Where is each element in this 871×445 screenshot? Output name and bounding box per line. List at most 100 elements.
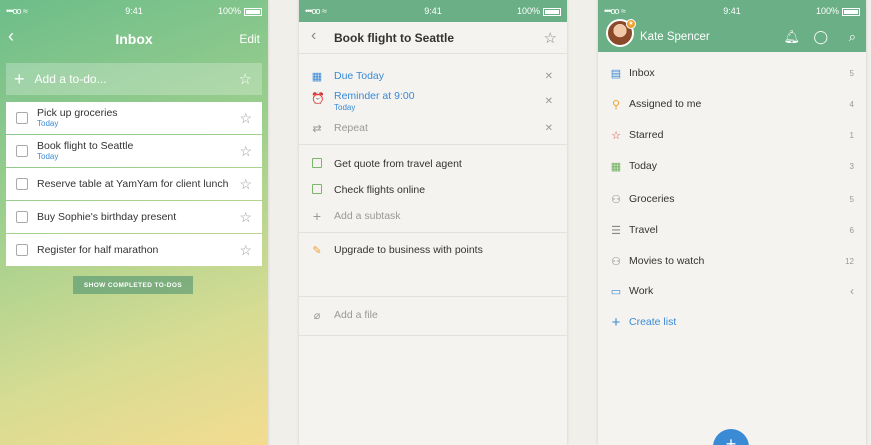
list-icon: ☰ bbox=[611, 224, 621, 237]
todo-item[interactable]: Reserve table at YamYam for client lunch… bbox=[6, 168, 262, 200]
subtask-item[interactable]: Get quote from travel agent bbox=[299, 156, 567, 172]
lists-header: ★ Kate Spencer 🔔︎ ◯ ⌕ bbox=[598, 19, 866, 52]
clear-reminder-icon[interactable]: ✕ bbox=[545, 96, 553, 107]
repeat-row[interactable]: ⇄ Repeat ✕ bbox=[299, 120, 567, 136]
star-icon[interactable]: ☆ bbox=[239, 209, 252, 226]
todo-title: Book flight to Seattle bbox=[37, 140, 134, 152]
divider bbox=[299, 335, 567, 336]
task-detail-screen: •••oo ≈ 9:41 100% ‹ Book flight to Seatt… bbox=[299, 0, 567, 445]
status-time: 9:41 bbox=[723, 6, 741, 16]
add-file-row[interactable]: ⌀ Add a file bbox=[299, 307, 567, 323]
calendar-icon: ▦ bbox=[311, 70, 323, 83]
todo-item[interactable]: Pick up groceries Today ☆ bbox=[6, 102, 262, 134]
list-item-inbox[interactable]: ▤ Inbox 5 bbox=[598, 58, 866, 88]
star-icon[interactable]: ☆ bbox=[239, 110, 252, 127]
list-label: Work bbox=[629, 285, 654, 297]
star-icon[interactable]: ☆ bbox=[239, 176, 252, 193]
list-item-starred[interactable]: ☆ Starred 1 bbox=[598, 120, 866, 150]
subtask-item[interactable]: Check flights online bbox=[299, 182, 567, 198]
back-icon[interactable]: ‹ bbox=[311, 27, 316, 45]
user-name[interactable]: Kate Spencer bbox=[640, 31, 710, 43]
todo-item[interactable]: Register for half marathon ☆ bbox=[6, 234, 262, 266]
person-icon: ⚲ bbox=[611, 98, 621, 111]
list-label: Groceries bbox=[629, 193, 675, 205]
list-label: Starred bbox=[629, 129, 664, 141]
status-time: 9:41 bbox=[424, 6, 442, 16]
todo-item[interactable]: Buy Sophie's birthday present ☆ bbox=[6, 201, 262, 233]
list-count: 6 bbox=[849, 225, 854, 235]
battery-icon bbox=[543, 7, 561, 16]
clear-repeat-icon[interactable]: ✕ bbox=[545, 123, 553, 134]
list-count: 5 bbox=[849, 68, 854, 78]
repeat-icon: ⇄ bbox=[312, 122, 322, 135]
search-icon[interactable]: ⌕ bbox=[849, 29, 856, 45]
show-completed-button[interactable]: SHOW COMPLETED TO-DOS bbox=[73, 276, 193, 294]
chevron-left-icon[interactable]: ‹ bbox=[850, 284, 854, 298]
list-item-assigned[interactable]: ⚲ Assigned to me 4 bbox=[598, 89, 866, 119]
subtask-title: Get quote from travel agent bbox=[334, 158, 462, 170]
inbox-header: ‹ Inbox Edit bbox=[0, 22, 268, 56]
edit-button[interactable]: Edit bbox=[239, 32, 260, 46]
back-icon[interactable]: ‹ bbox=[8, 26, 14, 47]
star-icon[interactable]: ☆ bbox=[239, 143, 252, 160]
add-fab-button[interactable]: + bbox=[713, 429, 749, 445]
todo-due: Today bbox=[37, 152, 59, 161]
list-label: Travel bbox=[629, 224, 658, 236]
reminder-row[interactable]: ⏰ Reminder at 9:00 Today ✕ bbox=[299, 90, 567, 116]
todo-checkbox[interactable] bbox=[16, 145, 28, 157]
todo-checkbox[interactable] bbox=[16, 244, 28, 256]
reminder-date: Today bbox=[334, 103, 356, 112]
status-bar: •••oo ≈ 9:41 100% bbox=[299, 0, 567, 22]
bell-icon[interactable]: 🔔︎ bbox=[783, 29, 800, 45]
todo-checkbox[interactable] bbox=[16, 112, 28, 124]
create-list-button[interactable]: + Create list bbox=[598, 307, 866, 337]
list-label: Assigned to me bbox=[629, 98, 702, 110]
clear-due-icon[interactable]: ✕ bbox=[545, 71, 553, 82]
list-count: 1 bbox=[849, 130, 854, 140]
star-icon[interactable]: ☆ bbox=[544, 29, 557, 47]
task-title[interactable]: Book flight to Seattle bbox=[334, 31, 454, 45]
due-date-row[interactable]: ▦ Due Today ✕ bbox=[299, 68, 567, 84]
list-item-today[interactable]: ▦ Today 3 bbox=[598, 151, 866, 181]
add-subtask-row[interactable]: + Add a subtask bbox=[299, 208, 567, 224]
status-bar: •••oo ≈ 9:41 100% bbox=[0, 0, 268, 22]
divider bbox=[299, 144, 567, 145]
people-icon: ⚇ bbox=[611, 255, 621, 268]
todo-checkbox[interactable] bbox=[16, 178, 28, 190]
reminder-label: Reminder at 9:00 bbox=[334, 90, 415, 102]
battery-icon bbox=[842, 7, 860, 16]
status-time: 9:41 bbox=[125, 6, 143, 16]
todo-due: Today bbox=[37, 119, 59, 128]
inbox-screen: •••oo ≈ 9:41 100% ‹ Inbox Edit + Add a t… bbox=[0, 0, 268, 445]
star-icon[interactable]: ☆ bbox=[239, 70, 252, 88]
folder-icon: ▭ bbox=[610, 285, 622, 298]
subtask-checkbox[interactable] bbox=[311, 157, 323, 171]
create-list-label: Create list bbox=[629, 316, 677, 328]
list-item-travel[interactable]: ☰ Travel 6 bbox=[598, 215, 866, 245]
list-item-work[interactable]: ▭ Work ‹ bbox=[598, 276, 866, 306]
due-date-label: Due Today bbox=[334, 70, 385, 82]
add-file-label: Add a file bbox=[334, 309, 378, 321]
add-todo-input[interactable]: + Add a to-do... ☆ bbox=[6, 63, 262, 95]
plus-icon: + bbox=[312, 208, 322, 224]
todo-item[interactable]: Book flight to Seattle Today ☆ bbox=[6, 135, 262, 167]
inbox-icon: ▤ bbox=[610, 67, 622, 80]
subtask-title: Check flights online bbox=[334, 184, 426, 196]
star-icon[interactable]: ☆ bbox=[239, 242, 252, 259]
calendar-icon: ▦ bbox=[610, 160, 622, 173]
lists-screen: •••oo ≈ 9:41 100% ★ Kate Spencer 🔔︎ ◯ ⌕ … bbox=[598, 0, 866, 445]
list-label: Movies to watch bbox=[629, 255, 705, 267]
list-item-movies[interactable]: ⚇ Movies to watch 12 bbox=[598, 246, 866, 276]
repeat-label: Repeat bbox=[334, 122, 368, 134]
comment-icon[interactable]: ◯ bbox=[813, 29, 828, 45]
status-bar: •••oo ≈ 9:41 100% bbox=[598, 0, 866, 22]
list-count: 3 bbox=[849, 161, 854, 171]
divider bbox=[299, 232, 567, 233]
todo-checkbox[interactable] bbox=[16, 211, 28, 223]
people-icon: ⚇ bbox=[611, 193, 621, 206]
todo-title: Register for half marathon bbox=[37, 244, 159, 256]
note-row[interactable]: ✎ Upgrade to business with points bbox=[299, 242, 567, 258]
list-item-groceries[interactable]: ⚇ Groceries 5 bbox=[598, 184, 866, 214]
detail-header: ‹ Book flight to Seattle ☆ bbox=[299, 22, 567, 54]
subtask-checkbox[interactable] bbox=[311, 183, 323, 197]
